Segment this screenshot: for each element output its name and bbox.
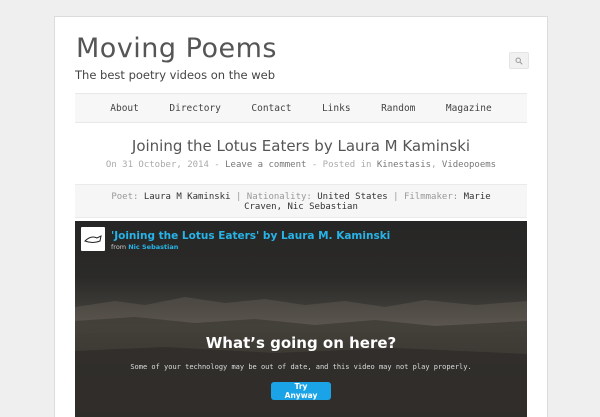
post-meta: On 31 October, 2014 - Leave a comment - … [55,160,547,170]
video-error-message: Some of your technology may be out of da… [130,363,472,371]
poet-label: Poet: [111,192,139,202]
credits-separator: | [235,192,242,202]
nationality-value[interactable]: United States [317,192,387,202]
filmmaker-label: Filmmaker: [403,192,459,202]
meta-separator: - [208,160,226,170]
video-author-link[interactable]: Nic Sebastian [128,243,178,251]
video-title-link[interactable]: 'Joining the Lotus Eaters' by Laura M. K… [111,230,390,242]
nav-item-directory[interactable]: Directory [169,103,220,114]
nav-item-contact[interactable]: Contact [251,103,291,114]
try-anyway-button[interactable]: Try Anyway [271,382,331,400]
page-container: Moving Poems The best poetry videos on t… [54,16,548,417]
post-title: Joining the Lotus Eaters by Laura M Kami… [131,137,471,155]
leave-comment-link[interactable]: Leave a comment [225,160,306,170]
video-channel-thumbnail[interactable] [81,227,105,251]
site-tagline: The best poetry videos on the web [75,68,276,82]
nav-item-about[interactable]: About [110,103,139,114]
meta-comma: , [431,160,442,170]
meta-posted-in: - Posted in [306,160,377,170]
category-link-kinestasis[interactable]: Kinestasis [377,160,431,170]
category-link-videopoems[interactable]: Videopoems [442,160,496,170]
site-title[interactable]: Moving Poems [76,33,277,64]
video-error-heading: What’s going on here? [205,334,397,352]
search-button[interactable] [509,52,529,69]
poem-credits: Poet: Laura M Kaminski | Nationality: Un… [75,184,527,218]
video-player[interactable]: 'Joining the Lotus Eaters' by Laura M. K… [75,221,527,417]
search-icon [515,56,523,65]
nav-item-magazine[interactable]: Magazine [446,103,492,114]
nav-item-random[interactable]: Random [381,103,415,114]
credits-separator: | [393,192,399,202]
nationality-label: Nationality: [246,192,312,202]
main-navigation: About Directory Contact Links Random Mag… [75,93,527,123]
video-from-label: from [111,243,127,251]
nav-item-links[interactable]: Links [322,103,351,114]
post-date: 31 October, 2014 [122,160,209,170]
fish-logo-icon [84,235,102,243]
meta-prefix: On [105,160,117,170]
video-byline: from Nic Sebastian [111,243,178,251]
poet-name[interactable]: Laura M Kaminski [144,192,231,202]
